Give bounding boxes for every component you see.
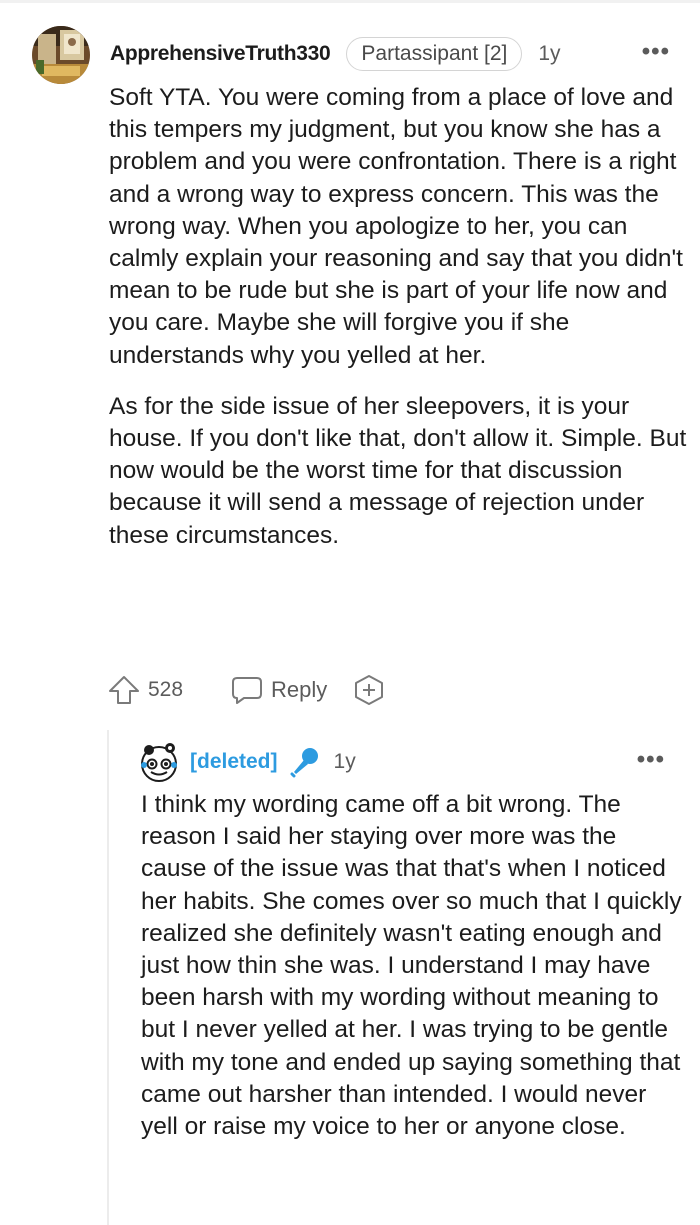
- upvote-button[interactable]: 528: [108, 675, 183, 705]
- snoo-avatar-icon: [139, 742, 179, 782]
- reply-header: [deleted] 1y •••: [190, 744, 670, 780]
- add-award-button[interactable]: [353, 674, 385, 706]
- top-divider: [0, 0, 700, 3]
- microphone-icon: [288, 746, 320, 778]
- more-options-button[interactable]: •••: [637, 746, 665, 774]
- reply-label: Reply: [271, 677, 328, 702]
- reply-body: I think my wording came off a bit wrong.…: [141, 789, 687, 1143]
- username[interactable]: ApprehensiveTruth330: [110, 42, 331, 66]
- reply-paragraph: I think my wording came off a bit wrong.…: [141, 791, 682, 1141]
- comment-actions: 528 Reply: [108, 672, 385, 708]
- reply-age: 1y: [333, 750, 356, 773]
- comment-paragraph: As for the side issue of her sleepovers,…: [109, 392, 687, 549]
- comment-age: 1y: [538, 42, 561, 65]
- comment-header: ApprehensiveTruth330 Partassipant [2] 1y…: [110, 36, 670, 72]
- user-flair: Partassipant [2]: [346, 37, 523, 71]
- thread-line[interactable]: [107, 730, 109, 1225]
- more-options-button[interactable]: •••: [642, 38, 670, 66]
- comment-body: Soft YTA. You were coming from a place o…: [109, 82, 689, 571]
- comment-paragraph: Soft YTA. You were coming from a place o…: [109, 84, 683, 369]
- add-award-icon: [355, 675, 384, 705]
- deleted-username[interactable]: [deleted]: [190, 750, 278, 774]
- user-avatar[interactable]: [32, 26, 90, 84]
- upvote-arrow-icon: [109, 676, 139, 704]
- reply-button[interactable]: Reply: [231, 675, 327, 705]
- speech-bubble-icon: [232, 677, 263, 704]
- vote-count: 528: [148, 678, 184, 701]
